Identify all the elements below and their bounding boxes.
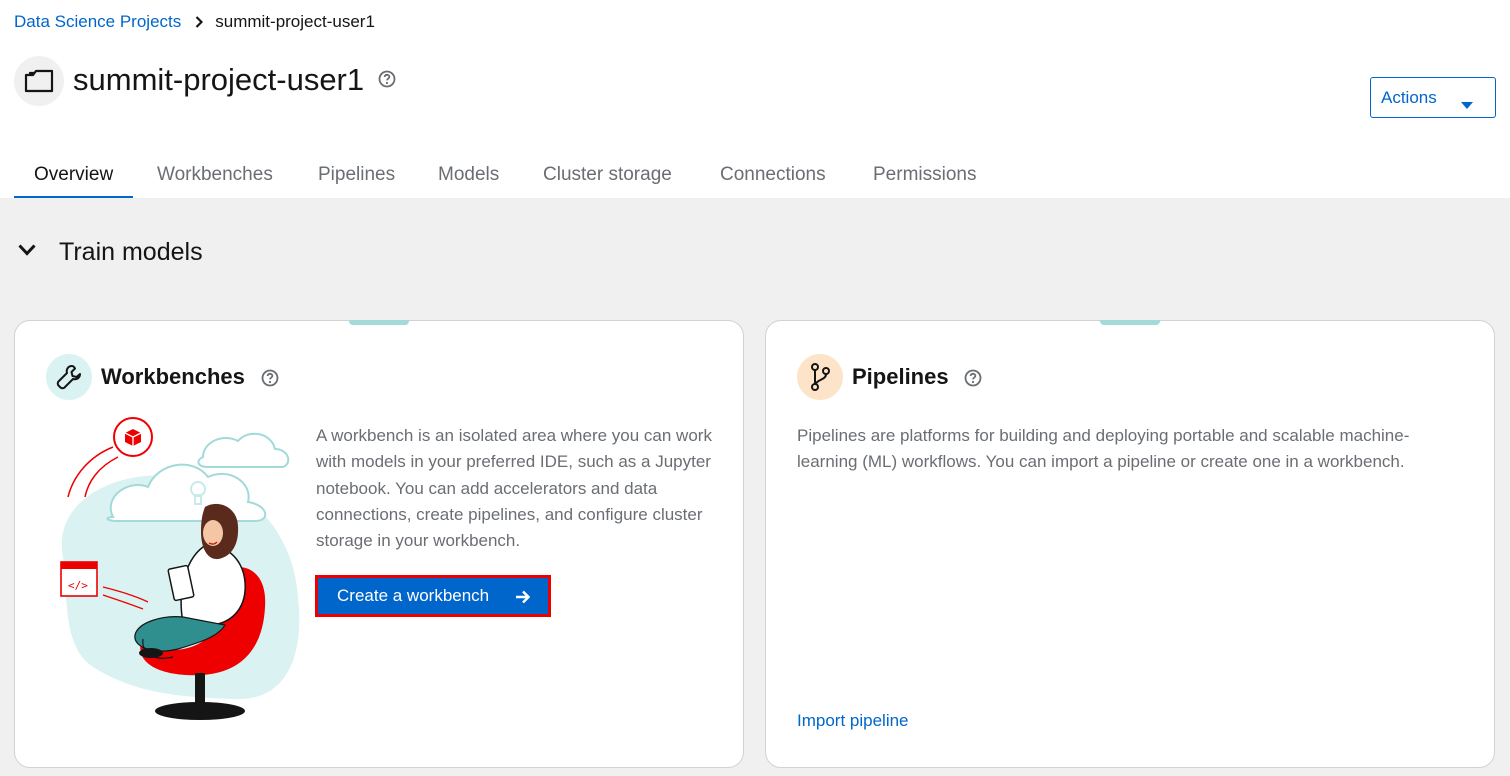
create-workbench-button[interactable]: Create a workbench — [315, 575, 551, 617]
tab-workbenches[interactable]: Workbenches — [157, 152, 273, 198]
actions-label: Actions — [1381, 87, 1437, 107]
section-title: Train models — [59, 238, 203, 266]
project-icon — [14, 56, 64, 106]
chevron-down-icon[interactable] — [18, 243, 36, 261]
breadcrumb: Data Science Projects summit-project-use… — [14, 11, 375, 33]
breadcrumb-current: summit-project-user1 — [215, 12, 375, 31]
tab-cluster-storage[interactable]: Cluster storage — [543, 152, 672, 198]
help-icon[interactable] — [378, 70, 396, 93]
tab-connections[interactable]: Connections — [720, 152, 826, 198]
svg-text:</>: </> — [68, 579, 88, 592]
workbenches-description: A workbench is an isolated area where yo… — [316, 426, 712, 551]
chevron-right-icon — [195, 16, 204, 28]
tab-pipelines[interactable]: Pipelines — [318, 152, 395, 198]
card-accent — [1100, 320, 1160, 325]
help-icon[interactable] — [261, 369, 279, 392]
page-title: summit-project-user1 — [73, 62, 365, 97]
breadcrumb-link-projects[interactable]: Data Science Projects — [14, 12, 181, 32]
workbenches-card: Workbenches </> A workbench is an isolat… — [14, 320, 744, 768]
workbench-illustration: </> — [43, 417, 313, 734]
wrench-icon — [46, 354, 92, 400]
caret-down-icon — [1461, 95, 1473, 115]
pipelines-card: Pipelines Pipelines are platforms for bu… — [765, 320, 1495, 768]
project-tabs: Overview Workbenches Pipelines Models Cl… — [0, 152, 1510, 199]
actions-dropdown[interactable]: Actions — [1370, 77, 1496, 118]
card-accent — [349, 320, 409, 325]
pipelines-description: Pipelines are platforms for building and… — [797, 426, 1410, 472]
tab-permissions[interactable]: Permissions — [873, 152, 976, 198]
tab-models[interactable]: Models — [438, 152, 499, 198]
help-icon[interactable] — [964, 369, 982, 392]
branch-icon — [797, 354, 843, 400]
tab-overview[interactable]: Overview — [14, 152, 134, 199]
import-pipeline-link[interactable]: Import pipeline — [797, 711, 909, 731]
pipelines-title: Pipelines — [852, 364, 949, 389]
workbenches-title: Workbenches — [101, 364, 245, 389]
main-content: Train models Workbenches </> A workbench… — [0, 198, 1510, 776]
create-workbench-label: Create a workbench — [337, 586, 490, 605]
arrow-right-icon — [515, 589, 531, 609]
